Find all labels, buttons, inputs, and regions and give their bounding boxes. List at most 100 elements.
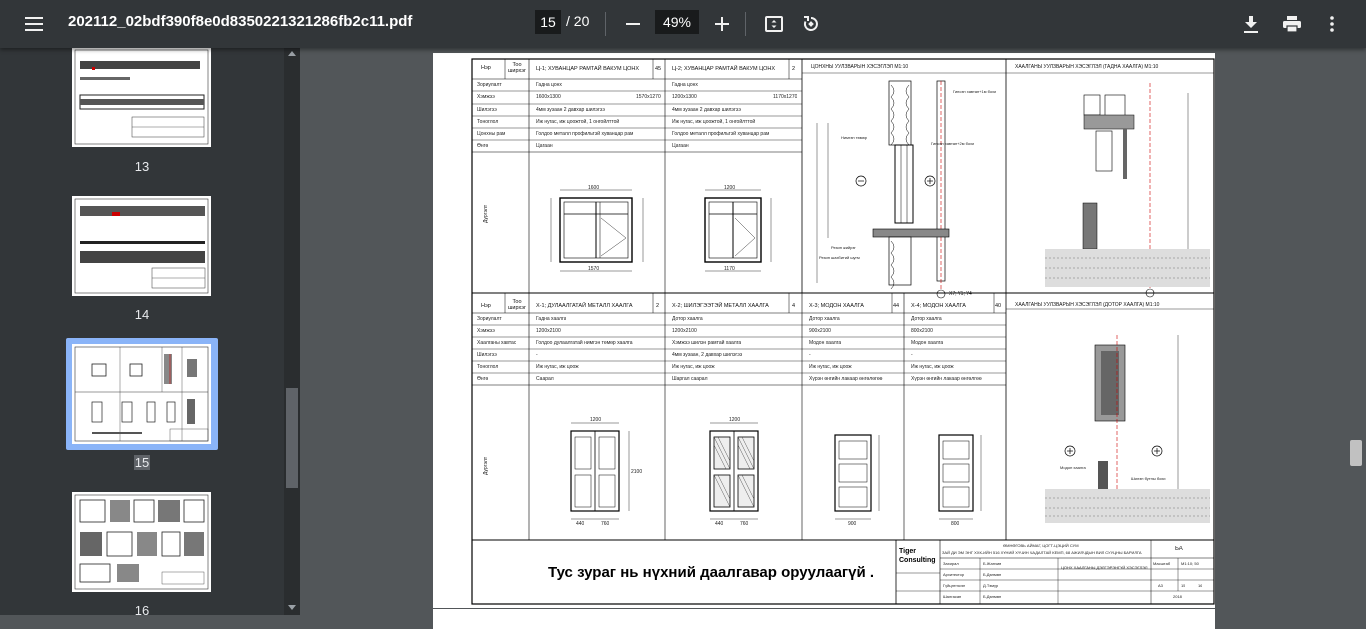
toolbar-divider [745,12,746,36]
thumbnail-page-15[interactable] [72,344,211,444]
stamp-name: Б.Дөлмөн [983,572,1002,577]
door-elevation-2 [709,422,759,520]
door-view-row-label: Дүргэлт [483,456,489,475]
door-row-value: 800x2100 [911,328,933,334]
window-row-value: 1570x1270 [636,94,661,100]
window-row-label: Хэмжээ [477,94,495,100]
door-3-title: Х-3; МОДОН ХААЛГА [809,303,864,309]
door-2-qty: 4 [792,303,796,309]
door-row-value: Дотор хаалга [809,316,840,322]
document-title: 202112_02bdf390f8e0d8350221321286fb2c11.… [68,13,413,30]
window-row-value: 4мм зузаан 2 давхар шилэгээ [536,107,605,113]
fit-page-button[interactable] [758,8,790,40]
sidebar-scrollbar-track[interactable] [284,48,300,615]
door-row-value: 4мм зузаан, 2 давхар шилэгээ [672,352,743,358]
window-2-qty: 2 [792,66,796,72]
download-button[interactable] [1235,8,1267,40]
pdf-viewer[interactable]: Нэр Тоо ширхэг Ц-1; ХУВАНЦАР РАМТАЙ ВАКУ… [300,48,1366,629]
door-3-qty: 44 [893,303,900,309]
thumbnail-label: 16 [134,603,150,615]
pdf-toolbar: 202112_02bdf390f8e0d8350221321286fb2c11.… [0,0,1366,48]
window-2-width-dim: 1200 [724,185,736,191]
door-row-value: Хүрэн өнгийн лакаар өнгөлөгөө [809,376,883,382]
viewer-scrollbar-thumb[interactable] [1350,440,1362,466]
thumbnail-drawing [74,198,209,294]
stamp-company: Tiger Consulting [899,548,936,564]
door-row-value: Иж нугас, иж цоож [911,364,954,370]
window-row-value: Гадна цонх [672,82,698,88]
window-2-width-inner-dim: 1170 [724,266,735,272]
window-row-label: Шилэгээ [477,107,497,113]
zoom-in-button[interactable] [706,8,738,40]
door-row-value: - [536,352,538,358]
window-row-value: 1600x1300 [536,94,561,100]
stamp-size: А3 [1158,583,1163,588]
section-label: Модон хаалга [1060,465,1086,470]
window-elevation-2 [704,189,772,272]
window-row-label: Цонхны рам [477,131,506,137]
print-icon [1283,16,1301,32]
door-1-leaf-a: 440 [576,521,585,527]
page-total: / 20 [566,13,590,29]
door-row-label: Өнгө [477,376,489,382]
stamp-scale: М1:10; 50 [1181,561,1199,566]
door-row-value: - [911,352,913,358]
rotate-button[interactable] [795,8,827,40]
rotate-icon [803,16,818,31]
sidebar-scrollbar-thumb[interactable] [286,388,298,488]
thumbnail-page-14[interactable] [72,196,211,296]
window-row-value: Иж нугас, иж цоожтой, 1 онгойлттой [536,119,620,125]
thumbnail-drawing [74,494,209,590]
thumbnail-label: 15 [133,455,151,470]
door-elevation-3 [834,434,880,520]
thumbnail-page-13[interactable] [72,48,211,147]
window-table-header-name: Нэр [481,65,491,71]
door-elevation-1 [570,422,630,520]
door-row-value: Гадна хаалга [536,316,567,322]
door-table-header-qty: Тоо ширхэг [507,299,527,311]
stamp-name: Б.Дөлмөн [983,594,1002,599]
window-view-row-label: Дүргэлт [483,204,489,223]
window-table-header-qty: Тоо ширхэг [507,62,527,74]
axis-label: Х7; Ү1; Ү4 [949,291,972,297]
door-row-label: Хэмжээ [477,328,495,334]
door-row-value: - [809,352,811,358]
door-1-leaf-b: 760 [601,521,610,527]
door-4-title: Х-4; МОДОН ХААЛГА [911,303,966,309]
thumbnail-page-16[interactable] [72,492,211,592]
door-row-value: Хүрэн өнгийн лакаар өнгөлгөө [911,376,982,382]
stamp-sheet-code: БА [1175,546,1183,552]
zoom-input[interactable]: 49% [655,10,699,34]
inner-door-section-detail [1045,335,1210,523]
sidebar-scroll-up-arrow[interactable] [288,51,296,56]
thumbnail-label-selected: 15 [0,455,284,470]
thumbnail-sidebar: 13 14 15 16 [0,48,300,615]
menu-button[interactable] [18,8,50,40]
more-vert-icon [1330,16,1334,32]
section-label: Гипсэн хавтан+1м бохи [953,89,997,94]
door-row-value: Дотор хаалга [672,316,703,322]
window-elevation-1 [550,189,644,272]
door-row-label: Зориулалт [477,316,502,322]
door-4-width-dim: 800 [951,521,960,527]
sidebar-scroll-down-arrow[interactable] [288,605,296,610]
window-row-value: Голдоо металл профильтэй хуванцар рам [672,131,770,137]
page-number-input[interactable]: 15 [535,10,561,34]
door-row-label: Шилэгээ [477,352,497,358]
door-4-qty: 40 [995,303,1002,309]
door-row-value: Иж нугас, иж цоож [809,364,852,370]
door-1-width-dim: 1200 [590,417,602,423]
section-label: Резин жийрэг [831,245,856,250]
zoom-out-button[interactable] [617,8,649,40]
window-section-detail [816,80,950,299]
stamp-year: 2018 [1173,594,1182,599]
door-2-leaf-a: 440 [715,521,724,527]
door-row-value: Иж нугас, иж цоож [672,364,715,370]
print-button[interactable] [1276,8,1308,40]
window-1-width-inner-dim: 1570 [588,266,600,272]
thumbnail-label: 13 [134,159,150,174]
window-row-label: Өнгө [477,143,489,149]
window-row-value: 4мм зузаан 2 давхар шилэгээ [672,107,741,113]
section-label: Шилэн бутны бохи [1131,476,1166,481]
more-options-button[interactable] [1316,8,1348,40]
